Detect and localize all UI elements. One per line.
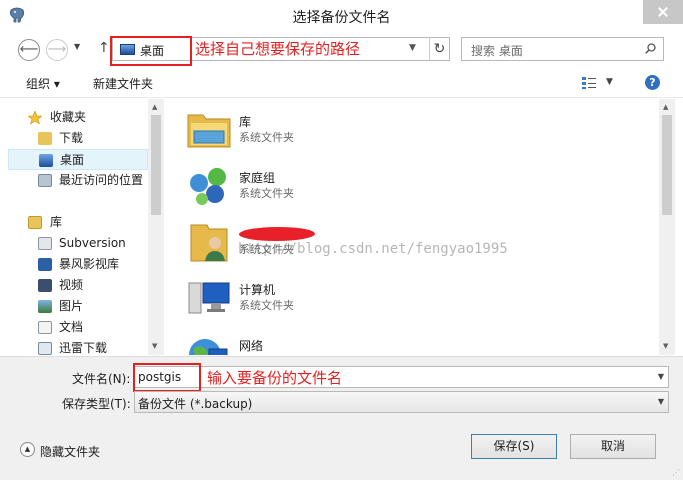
file-type: 系统文件夹 [239,131,294,144]
library-folder-icon [187,114,231,148]
file-list: 库 系统文件夹 家庭组 系统文件夹 系统文件夹 计算机 系统文件夹 网络 [165,99,659,355]
sidebar-item-videos[interactable]: 视频 [8,275,148,296]
desktop-icon [39,154,53,167]
address-highlight-box [110,36,192,66]
download-folder-icon [38,132,52,145]
title-bar: 选择备份文件名 [0,0,683,32]
subversion-library-icon [38,237,52,250]
user-folder-icon [190,224,228,262]
file-type: 系统文件夹 [239,299,294,312]
filetype-label: 保存类型(T): [62,397,131,411]
navigation-bar: ⟵ ⟶ ▼ ↑ 桌面 ▼ ↻ 选择自己想要保存的路径 搜索 桌面 [0,32,683,68]
library-icon [28,216,42,229]
save-button[interactable]: 保存(S) [471,434,557,459]
list-item[interactable]: 家庭组 系统文件夹 [185,161,485,213]
videos-icon [38,279,52,292]
scroll-down-arrow-icon[interactable]: ▼ [663,342,668,350]
file-list-scrollbar[interactable]: ▲ ▼ [659,99,675,355]
sidebar-item-desktop[interactable]: 桌面 [8,149,148,170]
file-name: 网络 [239,339,264,353]
scroll-down-arrow-icon[interactable]: ▼ [152,342,157,350]
close-button[interactable] [643,0,683,24]
search-box[interactable]: 搜索 桌面 [461,37,664,61]
sidebar-item-xunlei-download[interactable]: 迅雷下载 [8,338,148,355]
filetype-value: 备份文件 (*.backup) [138,397,253,411]
file-type: 系统文件夹 [239,187,294,200]
file-name: 家庭组 [239,171,276,185]
sidebar-item-label: 收藏夹 [50,110,87,124]
view-options-dropdown-icon[interactable]: ▼ [606,77,613,87]
pictures-icon [38,300,52,313]
recent-locations-dropdown-icon[interactable]: ▼ [74,42,80,51]
sidebar-item-label: 下载 [59,131,84,145]
sidebar-item-label: 库 [50,215,63,229]
sidebar-item-documents[interactable]: 文档 [8,317,148,338]
sidebar-item-label: 最近访问的位置 [59,173,144,187]
filetype-select[interactable]: 备份文件 (*.backup) ▼ [134,391,669,413]
sidebar-item-baofeng-video[interactable]: 暴风影视库 [8,254,148,275]
file-name: 计算机 [239,283,276,297]
sidebar-item-recent-places[interactable]: 最近访问的位置 [8,170,148,191]
sidebar-item-downloads[interactable]: 下载 [8,128,148,149]
sidebar-item-label: 视频 [59,278,84,292]
filename-history-dropdown-icon[interactable]: ▼ [658,372,664,381]
collapse-chevron-icon[interactable]: ▲ [20,442,35,457]
sidebar-item-libraries[interactable]: 库 [8,212,148,233]
redacted-name-mark [237,227,317,241]
homegroup-icon [190,168,226,205]
scrollbar-thumb[interactable] [662,115,672,215]
watermark: http://blog.csdn.net/fengyao1995 [238,241,508,257]
path-annotation: 选择自己想要保存的路径 [195,40,361,58]
file-name: 库 [239,115,252,129]
list-item[interactable]: 网络 [185,329,485,355]
navigation-pane: 收藏夹 下载 桌面 最近访问的位置 库 Subversion 暴风影视库 视频 … [8,99,158,355]
command-toolbar: 组织 ▾ 新建文件夹 ▼ ? [0,68,683,98]
navigation-pane-scrollbar[interactable]: ▲ ▼ [148,99,164,355]
view-options-icon[interactable] [581,76,597,90]
search-placeholder: 搜索 桌面 [471,44,523,58]
forward-button[interactable]: ⟶ [46,39,68,61]
xunlei-download-icon [38,342,52,355]
cancel-button[interactable]: 取消 [570,434,656,459]
new-folder-button[interactable]: 新建文件夹 [93,75,153,92]
recent-places-icon [38,174,52,187]
scrollbar-thumb[interactable] [151,115,161,215]
organize-menu[interactable]: 组织 ▾ [26,75,60,92]
computer-icon [188,282,230,314]
hide-folders-label[interactable]: 隐藏文件夹 [40,443,100,460]
sidebar-item-favorites[interactable]: 收藏夹 [8,107,148,128]
sidebar-item-label: 迅雷下载 [59,341,108,355]
search-icon[interactable] [645,43,656,54]
scroll-up-arrow-icon[interactable]: ▲ [663,103,668,111]
video-library-icon [38,258,52,271]
documents-icon [38,321,52,334]
filename-highlight-box [133,363,201,392]
filename-label: 文件名(N): [72,372,131,386]
star-icon [28,111,42,124]
scroll-up-arrow-icon[interactable]: ▲ [152,103,157,111]
address-history-dropdown-icon[interactable]: ▼ [409,43,416,53]
sidebar-item-label: 文档 [59,320,84,334]
resize-grip-icon[interactable]: ⋰ [672,468,680,477]
sidebar-item-label: Subversion [59,236,126,250]
back-button[interactable]: ⟵ [18,39,40,61]
sidebar-item-label: 暴风影视库 [59,257,120,271]
list-item[interactable]: 库 系统文件夹 [185,105,485,157]
up-folder-button[interactable]: ↑ [98,40,110,56]
filetype-dropdown-icon[interactable]: ▼ [658,397,664,406]
network-icon [189,339,228,355]
help-icon[interactable]: ? [645,75,660,90]
sidebar-item-label: 图片 [59,299,84,313]
refresh-button[interactable]: ↻ [429,38,449,60]
sidebar-item-label: 桌面 [60,153,85,167]
dialog-title: 选择备份文件名 [292,10,391,26]
filename-annotation: 输入要备份的文件名 [207,369,343,387]
sidebar-item-subversion[interactable]: Subversion [8,233,148,254]
sidebar-item-pictures[interactable]: 图片 [8,296,148,317]
list-item[interactable]: 计算机 系统文件夹 [185,273,485,325]
